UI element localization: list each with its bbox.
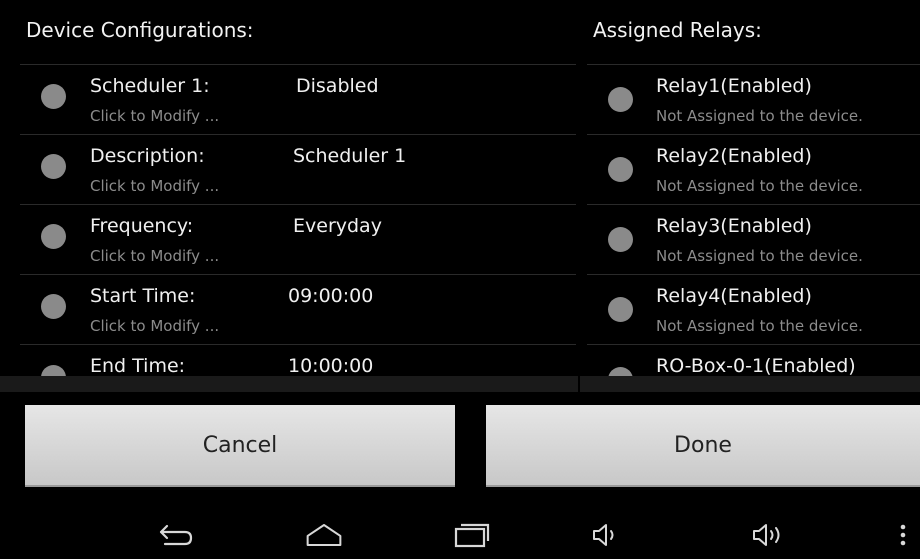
assigned-relays-panel: Assigned Relays: Relay1(Enabled) Not Ass… [580,0,920,392]
config-row-frequency[interactable]: Frequency: Everyday Click to Modify ... [20,204,576,274]
list-scroll-edge [580,376,920,392]
config-label: Frequency: [90,215,194,237]
done-button[interactable]: Done [486,405,920,487]
configuration-list[interactable]: Scheduler 1: Disabled Click to Modify ..… [20,64,576,392]
radio-button[interactable] [608,157,633,182]
relay-row[interactable]: Relay3(Enabled) Not Assigned to the devi… [587,204,920,274]
relay-list[interactable]: Relay1(Enabled) Not Assigned to the devi… [587,64,920,392]
list-scroll-edge [0,376,578,392]
relay-status: Not Assigned to the device. [656,177,863,195]
config-label: Start Time: [90,285,196,307]
config-hint: Click to Modify ... [90,247,220,265]
radio-button[interactable] [41,84,66,109]
config-value: 09:00:00 [288,285,374,307]
system-navigation-bar [0,510,920,559]
config-hint: Click to Modify ... [90,107,220,125]
config-value: Disabled [296,75,379,97]
assigned-relays-title: Assigned Relays: [593,18,762,42]
config-value: 10:00:00 [288,355,374,377]
config-value: Everyday [293,215,382,237]
volume-up-icon[interactable] [749,518,789,552]
radio-button[interactable] [41,154,66,179]
device-configurations-panel: Device Configurations: Scheduler 1: Disa… [0,0,578,392]
config-hint: Click to Modify ... [90,317,220,335]
home-icon[interactable] [304,518,344,552]
relay-label: Relay3(Enabled) [656,215,812,237]
volume-down-icon[interactable] [586,518,626,552]
relay-label: Relay1(Enabled) [656,75,812,97]
relay-row[interactable]: Relay2(Enabled) Not Assigned to the devi… [587,134,920,204]
radio-button[interactable] [41,224,66,249]
device-configurations-title: Device Configurations: [26,18,254,42]
relay-status: Not Assigned to the device. [656,107,863,125]
screen: Device Configurations: Scheduler 1: Disa… [0,0,920,559]
relay-status: Not Assigned to the device. [656,317,863,335]
config-row-start-time[interactable]: Start Time: 09:00:00 Click to Modify ... [20,274,576,344]
cancel-button[interactable]: Cancel [25,405,455,487]
config-hint: Click to Modify ... [90,177,220,195]
recents-icon[interactable] [452,518,492,552]
config-row-description[interactable]: Description: Scheduler 1 Click to Modify… [20,134,576,204]
config-row-scheduler[interactable]: Scheduler 1: Disabled Click to Modify ..… [20,64,576,134]
radio-button[interactable] [608,227,633,252]
relay-label: Relay2(Enabled) [656,145,812,167]
config-label: End Time: [90,355,186,377]
relay-status: Not Assigned to the device. [656,247,863,265]
config-label: Scheduler 1: [90,75,210,97]
relay-row[interactable]: Relay4(Enabled) Not Assigned to the devi… [587,274,920,344]
back-icon[interactable] [155,518,195,552]
relay-label: RO-Box-0-1(Enabled) [656,355,856,377]
radio-button[interactable] [608,297,633,322]
relay-label: Relay4(Enabled) [656,285,812,307]
overflow-menu-icon[interactable] [888,518,918,552]
relay-row[interactable]: Relay1(Enabled) Not Assigned to the devi… [587,64,920,134]
radio-button[interactable] [608,87,633,112]
radio-button[interactable] [41,294,66,319]
config-label: Description: [90,145,205,167]
config-value: Scheduler 1 [293,145,407,167]
